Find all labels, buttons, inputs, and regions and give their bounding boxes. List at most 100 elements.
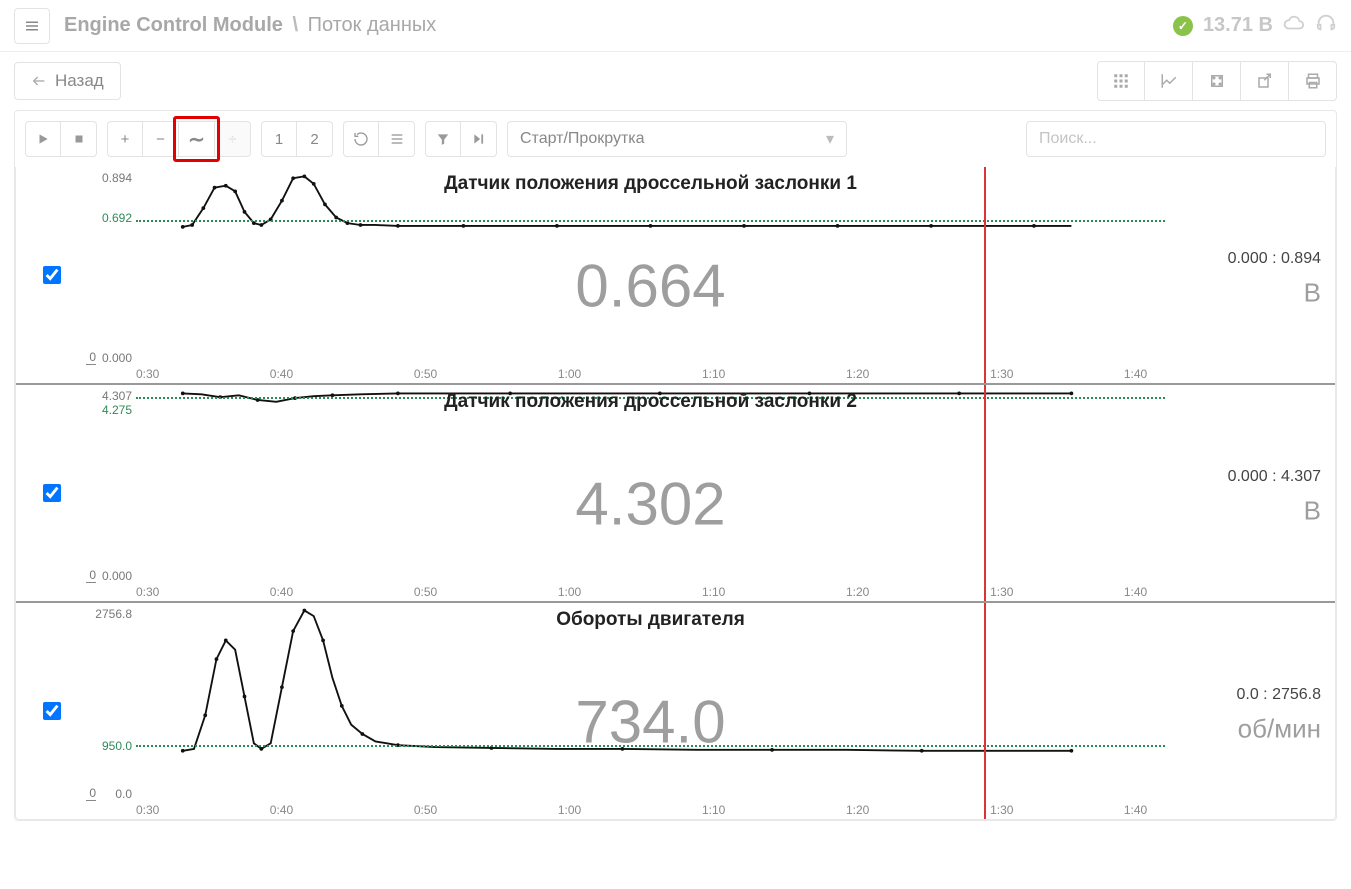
x-tick: 1:20 bbox=[846, 367, 869, 381]
breadcrumb-main[interactable]: Engine Control Module bbox=[64, 14, 283, 36]
y-max: 2756.8 bbox=[95, 607, 132, 621]
y-ref: 4.275 bbox=[102, 403, 132, 417]
x-tick: 1:00 bbox=[558, 585, 581, 599]
export-icon bbox=[1256, 72, 1274, 90]
view-chart-button[interactable] bbox=[1145, 61, 1193, 101]
content: + − ∼ ÷ 1 2 Старт/Прокрутка ▾ bbox=[0, 110, 1351, 831]
y-ref: 0.692 bbox=[102, 211, 132, 225]
waveform-button[interactable]: ∼ bbox=[179, 121, 215, 157]
y-max: 4.307 bbox=[102, 389, 132, 403]
tilde-icon: ∼ bbox=[188, 127, 205, 152]
divide-icon: ÷ bbox=[228, 131, 236, 148]
chart-line-icon bbox=[1160, 72, 1178, 90]
chart-row: 4.307 4.275 0.000 0 Датчик положения дро… bbox=[16, 385, 1335, 603]
x-tick: 0:50 bbox=[414, 585, 437, 599]
ref-line bbox=[136, 220, 1165, 222]
chart-big-value: 734.0 bbox=[575, 687, 725, 756]
chart-info: 0.000 : 0.894 В bbox=[1165, 167, 1335, 383]
hamburger-icon bbox=[23, 17, 41, 35]
support-icon[interactable] bbox=[1315, 12, 1337, 39]
chart-title: Датчик положения дроссельной заслонки 1 bbox=[136, 173, 1165, 195]
frame-icon bbox=[1208, 72, 1226, 90]
charts-area: 0.894 0.692 0.000 0 Датчик положения дро… bbox=[15, 167, 1336, 820]
chart-checkbox-cell bbox=[16, 385, 86, 601]
y-axis: 2756.8 950.0 0.0 0 bbox=[86, 603, 136, 819]
breadcrumb: Engine Control Module \ Поток данных bbox=[64, 14, 436, 37]
view-frame-button[interactable] bbox=[1193, 61, 1241, 101]
print-button[interactable] bbox=[1289, 61, 1337, 101]
list-icon bbox=[389, 131, 405, 147]
cursor-line[interactable] bbox=[984, 385, 986, 601]
stop-button[interactable] bbox=[61, 121, 97, 157]
cursor-line[interactable] bbox=[984, 167, 986, 383]
breadcrumb-sep: \ bbox=[292, 14, 298, 36]
mode-select[interactable]: Старт/Прокрутка ▾ bbox=[507, 121, 847, 157]
x-tick: 0:30 bbox=[136, 367, 159, 381]
filter-button[interactable] bbox=[425, 121, 461, 157]
add-button[interactable]: + bbox=[107, 121, 143, 157]
x-axis: 0:30 0:40 0:50 1:00 1:10 1:20 1:30 1:40 bbox=[136, 365, 1165, 383]
stop-icon bbox=[73, 133, 85, 145]
export-button[interactable] bbox=[1241, 61, 1289, 101]
chart-checkbox[interactable] bbox=[43, 702, 61, 720]
x-tick: 1:10 bbox=[702, 803, 725, 817]
battery-voltage: 13.71 В bbox=[1203, 14, 1273, 37]
mode-select-label: Старт/Прокрутка bbox=[520, 130, 645, 148]
y-zero-tick: 0 bbox=[86, 786, 96, 801]
x-axis: 0:30 0:40 0:50 1:00 1:10 1:20 1:30 1:40 bbox=[136, 583, 1165, 601]
breadcrumb-sub[interactable]: Поток данных bbox=[308, 14, 437, 36]
chart-range: 0.000 : 4.307 bbox=[1228, 468, 1321, 486]
x-tick: 1:30 bbox=[990, 367, 1013, 381]
y-axis: 4.307 4.275 0.000 0 bbox=[86, 385, 136, 601]
x-tick: 1:30 bbox=[990, 585, 1013, 599]
x-tick: 0:40 bbox=[270, 803, 293, 817]
x-tick: 1:10 bbox=[702, 585, 725, 599]
list-button[interactable] bbox=[379, 121, 415, 157]
plot[interactable]: Обороты двигателя 734.0 0:30 0:40 0:50 1… bbox=[136, 603, 1165, 819]
refresh-button[interactable] bbox=[343, 121, 379, 157]
remove-button[interactable]: − bbox=[143, 121, 179, 157]
x-tick: 1:40 bbox=[1124, 803, 1147, 817]
view-grid-button[interactable] bbox=[1097, 61, 1145, 101]
y-min: 0.0 bbox=[115, 787, 132, 801]
chevron-down-icon: ▾ bbox=[826, 129, 834, 149]
filter-icon bbox=[436, 132, 450, 146]
page-2-button[interactable]: 2 bbox=[297, 121, 333, 157]
plus-icon: + bbox=[121, 131, 130, 148]
back-label: Назад bbox=[55, 71, 104, 91]
chart-info: 0.0 : 2756.8 об/мин bbox=[1165, 603, 1335, 819]
cloud-icon[interactable] bbox=[1283, 12, 1305, 39]
skip-button[interactable] bbox=[461, 121, 497, 157]
menu-button[interactable] bbox=[14, 8, 50, 44]
back-button[interactable]: Назад bbox=[14, 62, 121, 100]
skip-forward-icon bbox=[472, 132, 486, 146]
x-tick: 0:30 bbox=[136, 803, 159, 817]
cursor-line[interactable] bbox=[984, 603, 986, 819]
chart-big-value: 0.664 bbox=[575, 251, 725, 320]
chart-info: 0.000 : 4.307 В bbox=[1165, 385, 1335, 601]
plot[interactable]: Датчик положения дроссельной заслонки 2 … bbox=[136, 385, 1165, 601]
x-tick: 1:00 bbox=[558, 367, 581, 381]
y-max: 0.894 bbox=[102, 171, 132, 185]
chart-title: Обороты двигателя bbox=[136, 609, 1165, 631]
chart-title: Датчик положения дроссельной заслонки 2 bbox=[136, 391, 1165, 413]
page-1-button[interactable]: 1 bbox=[261, 121, 297, 157]
topbar: Engine Control Module \ Поток данных 13.… bbox=[0, 0, 1351, 52]
grid-icon bbox=[1112, 72, 1130, 90]
chart-checkbox[interactable] bbox=[43, 484, 61, 502]
status-ok-icon bbox=[1173, 16, 1193, 36]
x-tick: 0:50 bbox=[414, 367, 437, 381]
divide-button: ÷ bbox=[215, 121, 251, 157]
view-buttons bbox=[1097, 61, 1337, 101]
search-input[interactable] bbox=[1026, 121, 1326, 157]
play-button[interactable] bbox=[25, 121, 61, 157]
chart-big-value: 4.302 bbox=[575, 469, 725, 538]
plot[interactable]: Датчик положения дроссельной заслонки 1 … bbox=[136, 167, 1165, 383]
y-ref: 950.0 bbox=[102, 739, 132, 753]
x-tick: 0:40 bbox=[270, 585, 293, 599]
chart-range: 0.0 : 2756.8 bbox=[1236, 686, 1321, 704]
chart-unit: В bbox=[1304, 278, 1321, 309]
x-tick: 1:20 bbox=[846, 585, 869, 599]
chart-checkbox[interactable] bbox=[43, 266, 61, 284]
x-tick: 0:30 bbox=[136, 585, 159, 599]
